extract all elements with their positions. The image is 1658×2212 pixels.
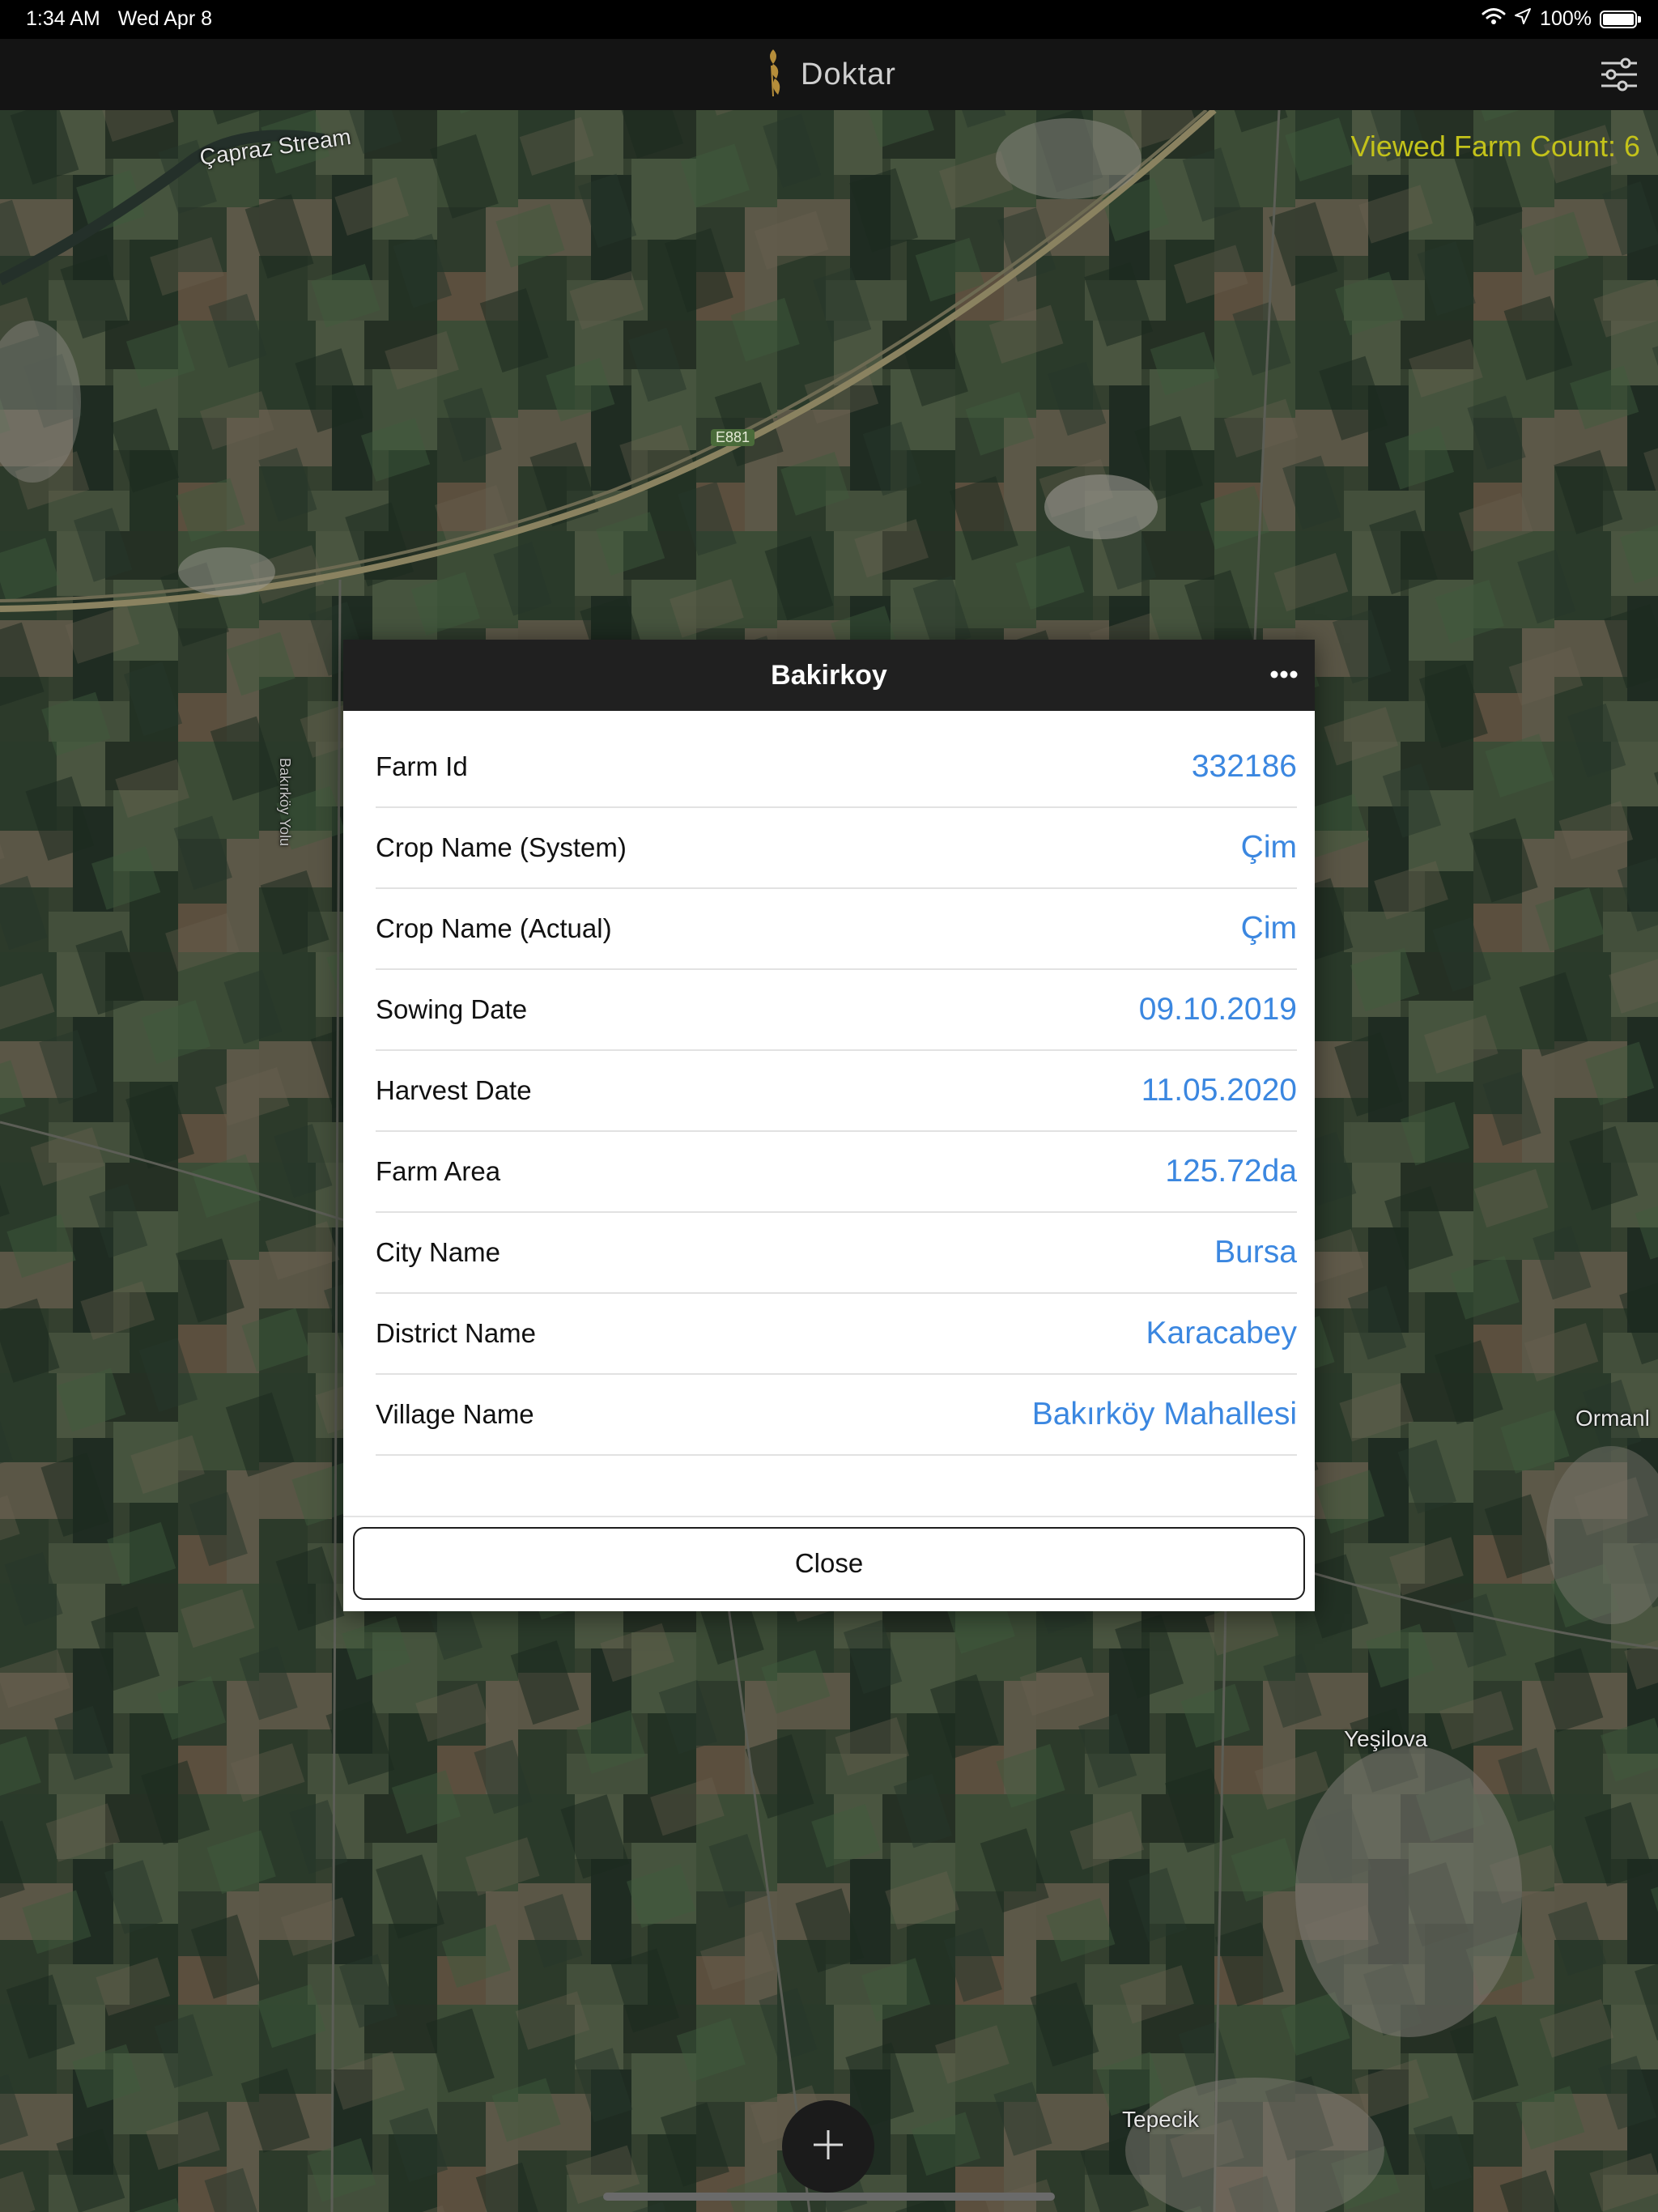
row-value: Bakırköy Mahallesi (1031, 1397, 1297, 1431)
viewed-farm-count: Viewed Farm Count: 6 (1350, 130, 1640, 163)
row-value: Karacabey (1146, 1316, 1297, 1351)
location-arrow-icon (1514, 7, 1532, 31)
row-label: Crop Name (Actual) (376, 913, 612, 943)
dialog-title: Bakirkoy (771, 659, 887, 691)
row-value: 125.72da (1165, 1154, 1297, 1189)
row-value: 332186 (1191, 749, 1297, 784)
row-value: Bursa (1214, 1235, 1297, 1270)
app-title: Doktar (801, 57, 896, 91)
map-label-town-tepecik: Tepecik (1122, 2107, 1199, 2132)
status-bar: 1:34 AM Wed Apr 8 100% (0, 0, 1658, 39)
row-value: Çim (1240, 911, 1297, 946)
add-farm-button[interactable] (782, 2100, 874, 2193)
close-button[interactable]: Close (353, 1527, 1305, 1600)
row-value: 11.05.2020 (1141, 1073, 1297, 1108)
row-value: 09.10.2019 (1138, 992, 1297, 1027)
row-label: District Name (376, 1318, 537, 1348)
wheat-logo-icon (762, 48, 786, 102)
row-label: Crop Name (System) (376, 832, 627, 862)
dialog-header: Bakirkoy (343, 640, 1315, 711)
map-label-town-yesilova: Yeşilova (1344, 1726, 1428, 1751)
ellipsis-icon (1270, 668, 1298, 683)
map-label-road-sign: E881 (711, 429, 755, 446)
row-value: Çim (1240, 830, 1297, 865)
detail-row-sowing-date: Sowing Date 09.10.2019 (376, 970, 1297, 1051)
row-label: Harvest Date (376, 1075, 532, 1105)
map-label-road-name: Bakırköy Yolu (277, 758, 293, 847)
detail-row-farm-id: Farm Id 332186 (376, 727, 1297, 808)
row-label: Farm Id (376, 751, 468, 781)
detail-row-village: Village Name Bakırköy Mahallesi (376, 1375, 1297, 1456)
map-label-town-ormanli: Ormanl (1575, 1406, 1650, 1431)
more-options-button[interactable] (1268, 659, 1300, 691)
row-label: Village Name (376, 1399, 534, 1429)
farm-detail-list: Farm Id 332186 Crop Name (System) Çim Cr… (343, 711, 1315, 1456)
detail-row-crop-actual: Crop Name (Actual) Çim (376, 889, 1297, 970)
sliders-icon (1596, 57, 1642, 99)
detail-row-city: City Name Bursa (376, 1213, 1297, 1294)
detail-row-crop-system: Crop Name (System) Çim (376, 808, 1297, 889)
detail-row-harvest-date: Harvest Date 11.05.2020 (376, 1051, 1297, 1132)
wifi-icon (1482, 6, 1506, 32)
row-label: City Name (376, 1237, 501, 1267)
dialog-divider (343, 1516, 1315, 1517)
home-indicator[interactable] (603, 2193, 1055, 2201)
battery-icon (1600, 10, 1641, 28)
battery-percent: 100% (1540, 7, 1592, 30)
detail-row-farm-area: Farm Area 125.72da (376, 1132, 1297, 1213)
row-label: Farm Area (376, 1156, 501, 1186)
detail-row-district: District Name Karacabey (376, 1294, 1297, 1375)
filter-settings-button[interactable] (1596, 53, 1642, 96)
status-time: 1:34 AM (26, 7, 100, 30)
status-date: Wed Apr 8 (117, 7, 213, 30)
nav-bar: Doktar (0, 39, 1658, 110)
farm-detail-dialog: Bakirkoy Farm Id 332186 Crop Name (Syste… (343, 640, 1315, 1611)
plus-icon (810, 2127, 846, 2167)
row-label: Sowing Date (376, 994, 528, 1024)
